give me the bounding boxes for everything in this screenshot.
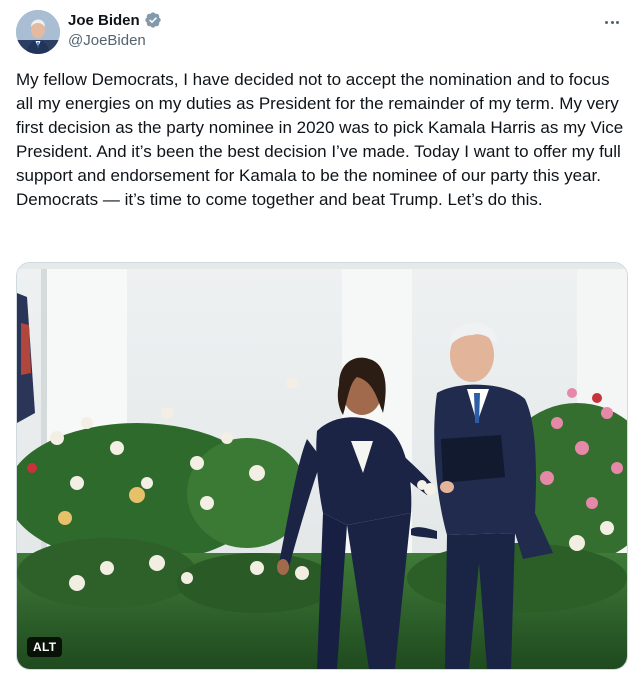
tweet-text: My fellow Democrats, I have decided not … [16, 70, 624, 209]
tweet-media[interactable]: ALT [16, 262, 628, 670]
tweet-photo [17, 263, 627, 669]
author-handle[interactable]: @JoeBiden [68, 32, 162, 52]
display-name-row: Joe Biden [68, 10, 162, 30]
verified-badge-icon [145, 12, 161, 28]
avatar[interactable] [16, 10, 60, 54]
more-options-icon[interactable] [600, 10, 624, 34]
alt-text-badge[interactable]: ALT [27, 637, 63, 657]
author-names: Joe Biden @JoeBiden [68, 10, 162, 52]
tweet-header: Joe Biden @JoeBiden [16, 8, 624, 56]
tweet-card: Joe Biden @JoeBiden My fellow Democrats,… [0, 0, 640, 678]
display-name[interactable]: Joe Biden [68, 12, 140, 29]
avatar-photo [16, 10, 60, 54]
